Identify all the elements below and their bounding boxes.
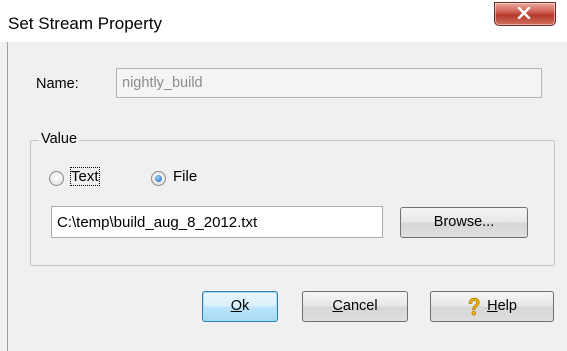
text-radio-label[interactable]: Text bbox=[70, 167, 100, 186]
help-button[interactable]: Help bbox=[430, 291, 554, 322]
cancel-mnemonic: C bbox=[332, 298, 343, 314]
browse-button[interactable]: Browse... bbox=[400, 207, 528, 238]
help-mnemonic: H bbox=[487, 298, 498, 314]
ok-mnemonic: O bbox=[230, 298, 243, 314]
help-content: Help bbox=[467, 292, 517, 321]
cancel-button[interactable]: Cancel bbox=[302, 291, 408, 322]
title-bar: Set Stream Property bbox=[0, 0, 567, 42]
dialog-title: Set Stream Property bbox=[8, 14, 163, 33]
close-icon bbox=[517, 7, 531, 19]
text-radio[interactable] bbox=[49, 171, 64, 186]
value-group-label: Value bbox=[39, 131, 80, 147]
name-field[interactable]: nightly_build bbox=[116, 68, 542, 98]
ok-button[interactable]: Ok bbox=[202, 291, 278, 322]
file-path-input[interactable]: C:\temp\build_aug_8_2012.txt bbox=[51, 206, 383, 238]
name-label: Name: bbox=[36, 76, 79, 92]
file-radio-label[interactable]: File bbox=[173, 168, 197, 185]
file-radio[interactable] bbox=[151, 171, 166, 186]
cancel-label-rest: ancel bbox=[342, 298, 378, 314]
close-button[interactable] bbox=[494, 2, 556, 26]
question-mark-icon bbox=[468, 297, 480, 316]
dialog-body: Name: nightly_build Value Text File C:\t… bbox=[7, 42, 567, 351]
ok-label-rest: k bbox=[242, 298, 250, 314]
help-label-rest: elp bbox=[497, 298, 517, 314]
value-groupbox: Value Text File C:\temp\build_aug_8_2012… bbox=[30, 131, 555, 266]
set-stream-property-dialog: Set Stream Property Name: nightly_build … bbox=[0, 0, 567, 351]
